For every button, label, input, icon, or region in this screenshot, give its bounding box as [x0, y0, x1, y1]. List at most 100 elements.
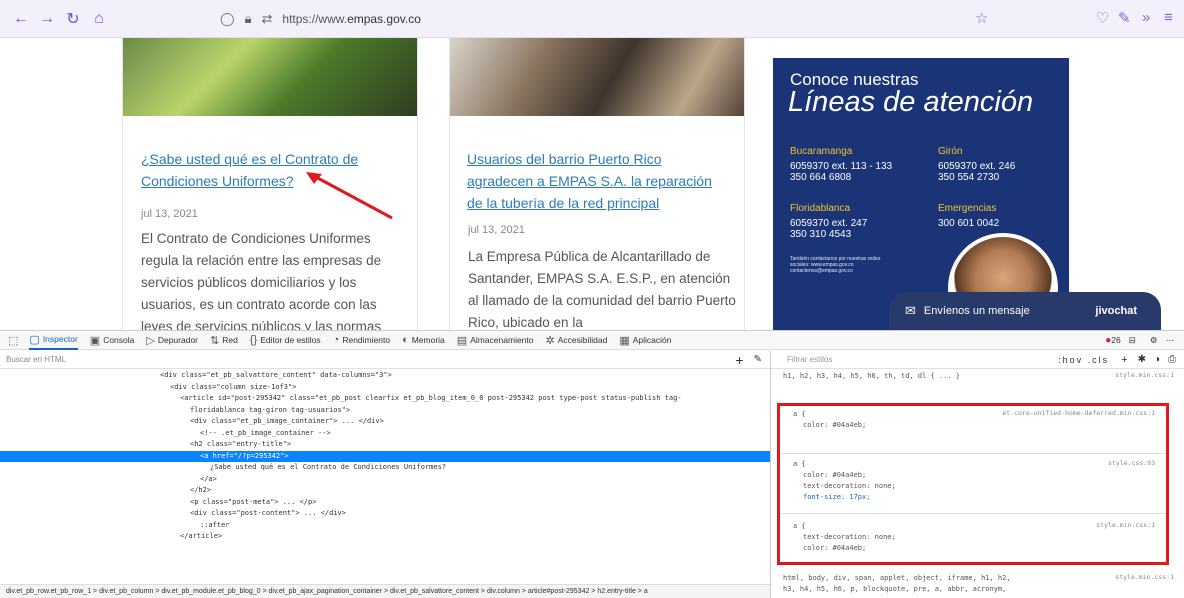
tree-line[interactable]: ¿Sabe usted qué es el Contrato de Condic… — [0, 462, 770, 474]
rule-prop[interactable]: text-decoration: none; — [781, 481, 1165, 492]
city-phones: 300 601 0042 — [938, 218, 1000, 229]
add-rule-icon[interactable]: + — [1121, 354, 1127, 366]
light-mode-icon[interactable]: ✱ — [1138, 354, 1146, 365]
card-image[interactable] — [450, 38, 744, 116]
tree-line[interactable]: <div class="column size-1of3"> — [0, 382, 770, 394]
add-node-icon[interactable]: + — [735, 352, 743, 368]
element-picker-icon[interactable]: ⬚ — [8, 334, 21, 347]
card-title-link[interactable]: Usuarios del barrio Puerto Rico agradece… — [467, 148, 729, 214]
rule-source[interactable]: style.css:93 — [1108, 459, 1155, 467]
tab-console[interactable]: ▣ Consola — [90, 334, 135, 347]
accessibility-icon: ✲ — [545, 334, 555, 347]
tree-line[interactable]: <div class="et_pb_image_container"> ... … — [0, 416, 770, 428]
application-icon: ▦ — [619, 334, 630, 347]
tree-line[interactable]: </h2> — [0, 485, 770, 497]
tab-storage[interactable]: ▤ Almacenamiento — [457, 334, 534, 347]
tree-line[interactable]: <article id="post-295342" class="et_pb_p… — [0, 393, 770, 405]
reload-icon[interactable]: ↻ — [62, 8, 84, 30]
card-image[interactable] — [123, 38, 417, 116]
html-search[interactable]: Buscar en HTML + ✎ — [0, 351, 770, 369]
memory-icon: ◐ — [402, 334, 409, 346]
breadcrumb[interactable]: div.et_pb_row.et_pb_row_1 > div.et_pb_co… — [0, 584, 770, 598]
style-editor-icon: {} — [249, 334, 258, 346]
tree-line[interactable]: <p class="post-meta"> ... </p> — [0, 497, 770, 509]
rule-selector[interactable]: h3, h4, h5, h6, p, blockquote, pre, a, a… — [771, 584, 1006, 595]
tab-style-editor[interactable]: {} Editor de estilos — [250, 334, 321, 346]
rule-prop[interactable]: font-size: 17px; — [781, 492, 1165, 503]
rule-source[interactable]: style.min.css:1 — [1115, 371, 1174, 379]
performance-icon: ◔ — [332, 334, 340, 346]
tab-memory[interactable]: ◐ Memoria — [402, 334, 445, 346]
tab-accessibility[interactable]: ✲ Accesibilidad — [546, 334, 608, 347]
rule-source[interactable]: et-core-unified-home-deferred.min.css:1 — [1002, 409, 1155, 417]
html-search-input[interactable]: Buscar en HTML — [6, 355, 66, 364]
contact-lines-banner[interactable]: Conoce nuestras Líneas de atención Bucar… — [773, 58, 1069, 330]
overflow-icon[interactable]: » — [1142, 9, 1150, 26]
lock-icon[interactable]: 🔒︎ — [245, 11, 252, 27]
rule-prop[interactable]: color: #04a4eb; — [781, 470, 1165, 481]
rule-prop[interactable]: color: #04a4eb; — [781, 420, 1165, 431]
tab-debugger[interactable]: ▷ Depurador — [146, 334, 198, 347]
debugger-icon: ▷ — [146, 334, 155, 347]
rules-toggles[interactable]: :hov .cls — [1058, 355, 1109, 365]
pocket-icon[interactable]: ♡ — [1096, 9, 1109, 27]
eyedropper-icon[interactable]: ✎ — [754, 354, 762, 365]
error-count[interactable]: 26 — [1111, 335, 1120, 345]
rule-block: a { et-core-unified-home-deferred.min.cs… — [781, 409, 1165, 431]
rule-block: a { style.min.css:1 text-decoration: non… — [781, 521, 1165, 554]
tree-line[interactable]: floridablanca tag-giron tag-usuarios"> — [0, 405, 770, 417]
back-icon[interactable]: ← — [10, 8, 32, 30]
storage-icon: ▤ — [456, 334, 468, 347]
banner-heading-large: Líneas de atención — [788, 86, 1034, 118]
bookmark-star-icon[interactable]: ☆ — [975, 9, 988, 27]
chat-widget[interactable]: ✉ Envíenos un mensaje jivochat — [889, 292, 1161, 330]
tree-line[interactable]: <!-- .et_pb_image_container --> — [0, 428, 770, 440]
more-icon[interactable]: ⋯ — [1166, 335, 1175, 346]
rule-source[interactable]: style.min.css:1 — [1096, 521, 1155, 529]
dock-icon[interactable]: ⊟ — [1129, 335, 1136, 346]
tree-line[interactable]: ::after — [0, 520, 770, 532]
html-tree: <div class="et_pb_salvattore_content" da… — [0, 370, 770, 584]
dark-mode-icon[interactable]: ◑ — [1154, 354, 1160, 365]
rule-prop[interactable]: text-decoration: none; — [781, 532, 1165, 543]
tab-inspector[interactable]: ▢ Inspector — [29, 330, 78, 350]
settings-icon[interactable]: ⚙ — [1150, 335, 1158, 346]
url-bar[interactable]: ◯ 🔒︎ ⇄ https://www.empas.gov.co — [220, 6, 980, 32]
divider — [780, 513, 1166, 514]
forward-icon[interactable]: → — [36, 8, 58, 30]
rule-block: a { style.css:93 color: #04a4eb; text-de… — [781, 459, 1165, 503]
rule-selector[interactable]: html, body, div, span, applet, object, i… — [771, 573, 1011, 584]
rule-source[interactable]: style.min.css:1 — [1115, 573, 1174, 581]
rules-filter-input[interactable]: Filtrar estilos — [787, 355, 832, 364]
rule-prop[interactable]: color: #04a4eb; — [781, 543, 1165, 554]
city-name: Floridablanca — [790, 203, 851, 214]
card-date: jul 13, 2021 — [141, 208, 198, 220]
tree-line[interactable]: </a> — [0, 474, 770, 486]
tree-line[interactable]: <h2 class="entry-title"> — [0, 439, 770, 451]
tab-performance[interactable]: ◔ Rendimiento — [333, 334, 390, 346]
extension-icon[interactable]: ✎ — [1118, 9, 1131, 27]
city-name: Girón — [938, 146, 963, 157]
print-icon[interactable]: ⎙ — [1168, 354, 1176, 365]
permissions-icon[interactable]: ⇄ — [261, 11, 272, 27]
url-text[interactable]: https://www.empas.gov.co — [282, 12, 421, 26]
shield-icon[interactable]: ◯ — [220, 11, 235, 27]
home-icon[interactable]: ⌂ — [88, 8, 110, 30]
tree-line[interactable]: </article> — [0, 531, 770, 543]
devtools-tabbar: ⬚ ▢ Inspector ▣ Consola ▷ Depurador ⇅ Red {}… — [0, 330, 1184, 350]
city-phones: 6059370 ext. 113 - 133 350 664 6808 — [790, 161, 893, 183]
tree-line[interactable]: <div class="post-content"> ... </div> — [0, 508, 770, 520]
rules-filter[interactable]: Filtrar estilos :hov .cls + ✱ ◑ ⎙ — [771, 351, 1184, 369]
rule-selector[interactable]: h1, h2, h3, h4, h5, h6, th, td, dl { ...… — [771, 371, 960, 382]
envelope-icon: ✉ — [905, 303, 916, 318]
menu-icon[interactable]: ≡ — [1164, 9, 1173, 26]
tab-network[interactable]: ⇅ Red — [210, 334, 238, 347]
banner-small-text: También contáctanos por nuestras redes s… — [790, 256, 881, 274]
page-content: ¿Sabe usted qué es el Contrato de Condic… — [0, 38, 1184, 330]
chat-label[interactable]: Envíenos un mensaje — [924, 305, 1030, 317]
tree-line[interactable]: <div class="et_pb_salvattore_content" da… — [0, 370, 770, 382]
tree-line-selected[interactable]: <a href="/?p=295342"> — [0, 450, 770, 462]
card-excerpt: La Empresa Pública de Alcantarillado de … — [468, 249, 736, 330]
inspector-icon: ▢ — [29, 333, 40, 346]
tab-application[interactable]: ▦ Aplicación — [619, 334, 671, 347]
